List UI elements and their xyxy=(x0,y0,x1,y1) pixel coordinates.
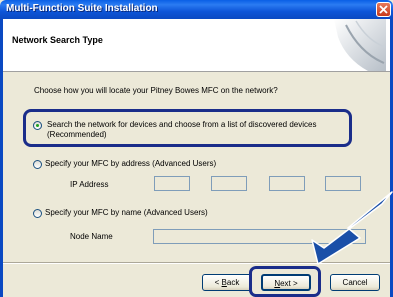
ip-octet-4-input[interactable] xyxy=(325,176,361,191)
radio-specify-name[interactable] xyxy=(33,209,42,218)
node-name-label: Node Name xyxy=(70,232,113,241)
next-button[interactable]: Next > xyxy=(261,274,311,291)
option-specify-name-label[interactable]: Specify your MFC by name (Advanced Users… xyxy=(45,208,208,217)
option-specify-address-label[interactable]: Specify your MFC by address (Advanced Us… xyxy=(45,159,216,168)
ip-octet-3-input[interactable] xyxy=(269,176,305,191)
installer-window: Multi-Function Suite Installation Networ… xyxy=(0,0,393,297)
ip-octet-1-input[interactable] xyxy=(154,176,190,191)
close-icon xyxy=(379,5,388,14)
window-title: Multi-Function Suite Installation xyxy=(6,3,158,14)
radio-selected-dot xyxy=(36,124,39,127)
radio-search-network[interactable] xyxy=(33,121,42,130)
pointer-arrow-icon xyxy=(311,191,393,265)
back-button[interactable]: < Back xyxy=(202,274,252,291)
title-bar[interactable]: Multi-Function Suite Installation xyxy=(0,0,393,19)
close-button[interactable] xyxy=(376,2,391,17)
prompt-text: Choose how you will locate your Pitney B… xyxy=(34,86,278,95)
page-title: Network Search Type xyxy=(12,35,103,45)
option-search-network-label[interactable]: Search the network for devices and choos… xyxy=(47,120,316,129)
radio-specify-address[interactable] xyxy=(33,160,42,169)
ip-octet-2-input[interactable] xyxy=(211,176,247,191)
option-search-network-sublabel[interactable]: (Recommended) xyxy=(47,130,107,139)
cancel-button[interactable]: Cancel xyxy=(330,274,380,291)
ip-address-label: IP Address xyxy=(70,180,109,189)
wizard-header: Network Search Type xyxy=(3,19,390,72)
header-emblem-icon xyxy=(334,19,386,71)
